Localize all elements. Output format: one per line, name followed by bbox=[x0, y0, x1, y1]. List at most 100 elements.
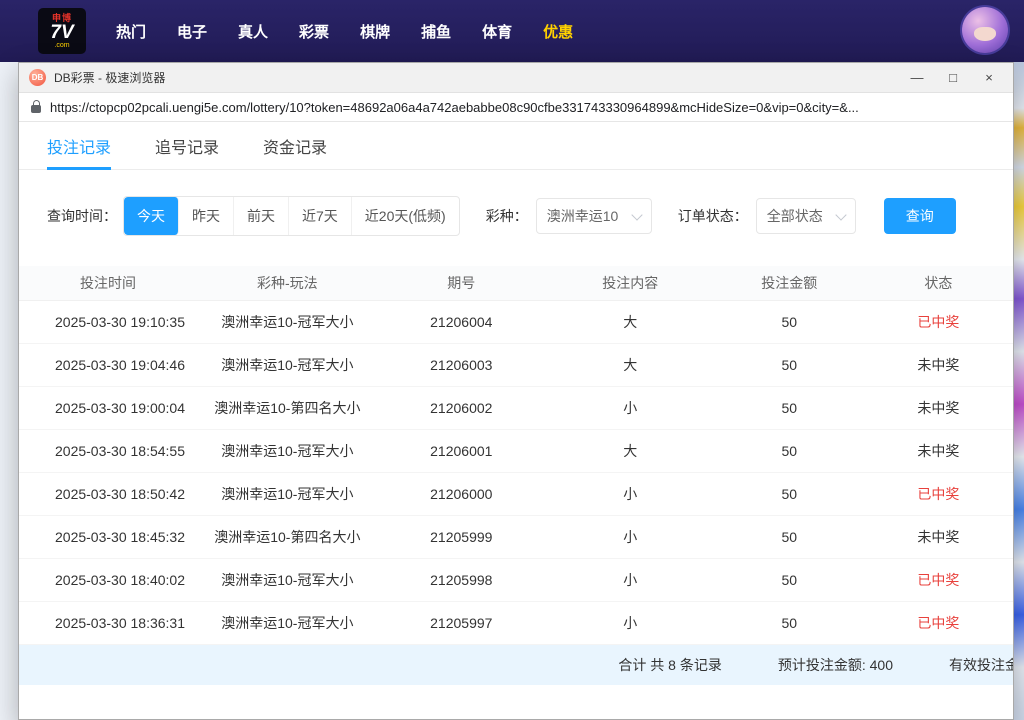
filter-bar: 查询时间： 今天 昨天 前天 近7天 近20天(低频) 彩种： 澳洲幸运10 订… bbox=[47, 196, 1013, 236]
cell-issue: 21205998 bbox=[377, 559, 546, 602]
cell-issue: 21206004 bbox=[377, 301, 546, 344]
summary-expected: 预计投注金额: 400 bbox=[778, 655, 893, 675]
cell-content: 小 bbox=[546, 602, 715, 645]
nav-item-fishing[interactable]: 捕鱼 bbox=[421, 21, 451, 42]
cell-status: 已中奖 bbox=[864, 602, 1013, 645]
lottery-select-value: 澳洲幸运10 bbox=[547, 206, 619, 226]
time-option-20days[interactable]: 近20天(低频) bbox=[352, 197, 459, 235]
cell-status: 未中奖 bbox=[864, 516, 1013, 559]
table-row: 2025-03-30 19:10:35澳洲幸运10-冠军大小21206004大5… bbox=[19, 301, 1013, 344]
time-option-yesterday[interactable]: 昨天 bbox=[179, 197, 234, 235]
time-filter-group: 今天 昨天 前天 近7天 近20天(低频) bbox=[123, 196, 460, 236]
minimize-button[interactable]: — bbox=[899, 65, 935, 91]
chevron-down-icon bbox=[835, 209, 846, 220]
table-header-row: 投注时间 彩种-玩法 期号 投注内容 投注金额 状态 bbox=[19, 266, 1013, 301]
logo-sub-text: .com bbox=[54, 42, 69, 49]
cell-status: 未中奖 bbox=[864, 344, 1013, 387]
time-option-daybefore[interactable]: 前天 bbox=[234, 197, 289, 235]
col-header-issue: 期号 bbox=[377, 266, 546, 301]
nav-item-slots[interactable]: 电子 bbox=[177, 21, 207, 42]
time-option-7days[interactable]: 近7天 bbox=[289, 197, 352, 235]
col-header-amount: 投注金额 bbox=[715, 266, 864, 301]
cell-game: 澳洲幸运10-冠军大小 bbox=[198, 301, 377, 344]
cell-content: 大 bbox=[546, 301, 715, 344]
nav-item-hot[interactable]: 热门 bbox=[116, 21, 146, 42]
tab-fund-records[interactable]: 资金记录 bbox=[263, 122, 327, 169]
cell-time: 2025-03-30 19:10:35 bbox=[19, 301, 198, 344]
address-bar: https://ctopcp02pcali.uengi5e.com/lotter… bbox=[19, 93, 1013, 122]
cell-status: 未中奖 bbox=[864, 387, 1013, 430]
lottery-select-label: 彩种： bbox=[486, 206, 528, 226]
close-button[interactable]: × bbox=[971, 65, 1007, 91]
cell-amount: 50 bbox=[715, 344, 864, 387]
order-status-select[interactable]: 全部状态 bbox=[756, 198, 856, 234]
cell-amount: 50 bbox=[715, 516, 864, 559]
table-body: 2025-03-30 19:10:35澳洲幸运10-冠军大小21206004大5… bbox=[19, 301, 1013, 645]
time-option-today[interactable]: 今天 bbox=[124, 197, 179, 235]
cell-game: 澳洲幸运10-第四名大小 bbox=[198, 387, 377, 430]
col-header-time: 投注时间 bbox=[19, 266, 198, 301]
background-page-edge bbox=[1014, 62, 1024, 720]
col-header-game: 彩种-玩法 bbox=[198, 266, 377, 301]
avatar[interactable] bbox=[962, 7, 1008, 53]
lock-icon[interactable] bbox=[31, 105, 41, 113]
cell-issue: 21205997 bbox=[377, 602, 546, 645]
cell-content: 小 bbox=[546, 387, 715, 430]
cell-content: 大 bbox=[546, 430, 715, 473]
cell-status: 未中奖 bbox=[864, 430, 1013, 473]
url-input[interactable]: https://ctopcp02pcali.uengi5e.com/lotter… bbox=[50, 100, 859, 115]
cell-time: 2025-03-30 19:00:04 bbox=[19, 387, 198, 430]
record-tabs: 投注记录 追号记录 资金记录 bbox=[19, 122, 1013, 170]
window-titlebar[interactable]: DB DB彩票 - 极速浏览器 — □ × bbox=[19, 63, 1013, 93]
cell-status: 已中奖 bbox=[864, 301, 1013, 344]
cell-amount: 50 bbox=[715, 473, 864, 516]
tab-chase-records[interactable]: 追号记录 bbox=[155, 122, 219, 169]
maximize-button[interactable]: □ bbox=[935, 65, 971, 91]
browser-window: DB DB彩票 - 极速浏览器 — □ × https://ctopcp02pc… bbox=[18, 62, 1014, 720]
cell-time: 2025-03-30 18:50:42 bbox=[19, 473, 198, 516]
lottery-select[interactable]: 澳洲幸运10 bbox=[536, 198, 652, 234]
cell-issue: 21206002 bbox=[377, 387, 546, 430]
nav-item-live[interactable]: 真人 bbox=[238, 21, 268, 42]
cell-amount: 50 bbox=[715, 301, 864, 344]
nav-item-promo[interactable]: 优惠 bbox=[543, 21, 573, 42]
cell-issue: 21206001 bbox=[377, 430, 546, 473]
cell-issue: 21206003 bbox=[377, 344, 546, 387]
cell-time: 2025-03-30 18:40:02 bbox=[19, 559, 198, 602]
window-title: DB彩票 - 极速浏览器 bbox=[54, 69, 899, 86]
cell-game: 澳洲幸运10-冠军大小 bbox=[198, 602, 377, 645]
cell-game: 澳洲幸运10-冠军大小 bbox=[198, 559, 377, 602]
cell-game: 澳洲幸运10-冠军大小 bbox=[198, 473, 377, 516]
nav-item-sports[interactable]: 体育 bbox=[482, 21, 512, 42]
tab-bet-records[interactable]: 投注记录 bbox=[47, 122, 111, 169]
logo-main-text: 7V bbox=[50, 23, 73, 42]
status-select-label: 订单状态： bbox=[678, 206, 748, 226]
cell-time: 2025-03-30 19:04:46 bbox=[19, 344, 198, 387]
cell-content: 大 bbox=[546, 344, 715, 387]
cell-time: 2025-03-30 18:54:55 bbox=[19, 430, 198, 473]
nav-item-cards[interactable]: 棋牌 bbox=[360, 21, 390, 42]
cell-content: 小 bbox=[546, 559, 715, 602]
cell-status: 已中奖 bbox=[864, 473, 1013, 516]
nav-item-lottery[interactable]: 彩票 bbox=[299, 21, 329, 42]
time-filter-label: 查询时间： bbox=[47, 206, 117, 226]
cell-status: 已中奖 bbox=[864, 559, 1013, 602]
table-row: 2025-03-30 18:36:31澳洲幸运10-冠军大小21205997小5… bbox=[19, 602, 1013, 645]
table-row: 2025-03-30 19:00:04澳洲幸运10-第四名大小21206002小… bbox=[19, 387, 1013, 430]
site-logo[interactable]: 申博 7V .com bbox=[38, 8, 86, 54]
cell-amount: 50 bbox=[715, 430, 864, 473]
query-button[interactable]: 查询 bbox=[884, 198, 956, 234]
cell-amount: 50 bbox=[715, 387, 864, 430]
summary-total: 合计 共 8 条记录 bbox=[618, 655, 721, 675]
site-nav: 热门 电子 真人 彩票 棋牌 捕鱼 体育 优惠 bbox=[116, 21, 573, 42]
col-header-status: 状态 bbox=[864, 266, 1013, 301]
cell-amount: 50 bbox=[715, 559, 864, 602]
cell-issue: 21205999 bbox=[377, 516, 546, 559]
chevron-down-icon bbox=[631, 209, 642, 220]
table-row: 2025-03-30 18:45:32澳洲幸运10-第四名大小21205999小… bbox=[19, 516, 1013, 559]
cell-time: 2025-03-30 18:45:32 bbox=[19, 516, 198, 559]
cell-amount: 50 bbox=[715, 602, 864, 645]
bet-records-table: 投注时间 彩种-玩法 期号 投注内容 投注金额 状态 2025-03-30 19… bbox=[19, 266, 1013, 645]
summary-bar: 合计 共 8 条记录 预计投注金额: 400 有效投注金 bbox=[19, 645, 1013, 685]
site-header: 申博 7V .com 热门 电子 真人 彩票 棋牌 捕鱼 体育 优惠 bbox=[0, 0, 1024, 62]
